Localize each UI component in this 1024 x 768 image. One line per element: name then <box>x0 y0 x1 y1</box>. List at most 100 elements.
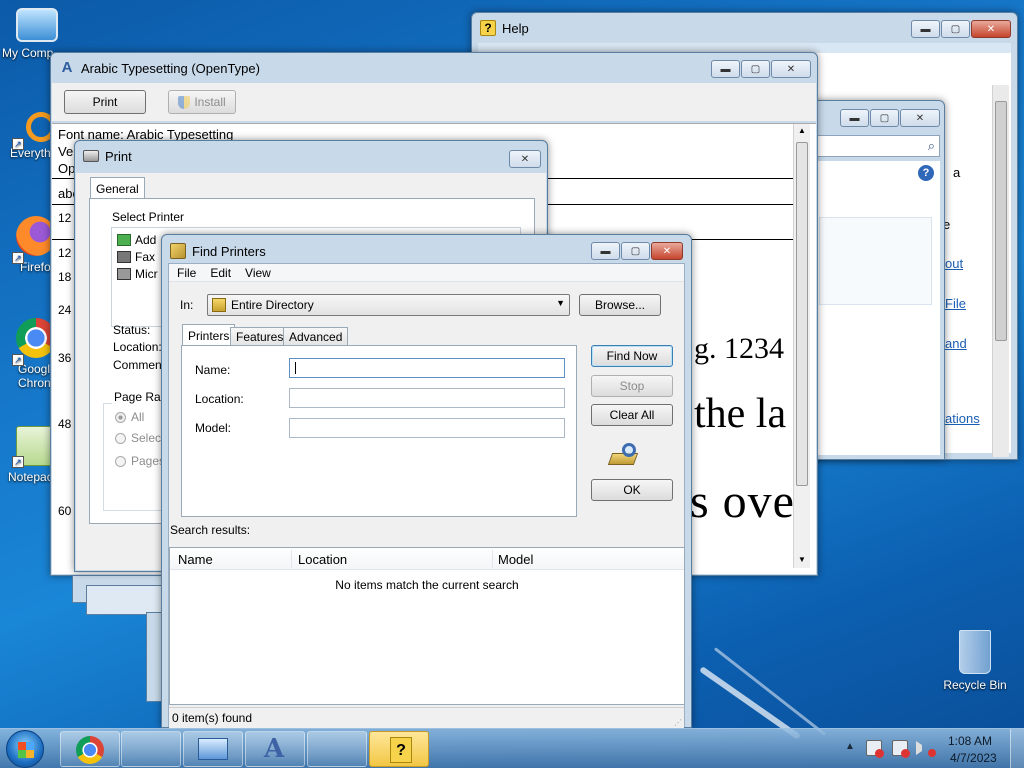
results-header: Name Location Model <box>170 548 684 570</box>
action-center-icon[interactable] <box>866 740 884 758</box>
text-caret <box>295 362 296 374</box>
menu-view[interactable]: View <box>245 266 271 280</box>
computer-icon <box>16 8 58 42</box>
printer-item-microsoft[interactable]: Micr <box>117 267 158 281</box>
find-printers-dialog[interactable]: Find Printers ▬ ▢ ✕ File Edit View In: E… <box>161 234 692 729</box>
radio-pages[interactable]: Pages <box>115 454 165 468</box>
size-label: 12 <box>58 211 72 225</box>
volume-icon[interactable] <box>916 741 936 757</box>
help-scrollbar[interactable] <box>992 85 1009 457</box>
radio-button[interactable] <box>115 432 126 444</box>
font-viewer-titlebar[interactable]: A Arabic Typesetting (OpenType) <box>59 53 809 83</box>
column-header-location[interactable]: Location <box>298 552 347 567</box>
windows-logo-icon <box>18 742 34 758</box>
name-field[interactable] <box>289 358 565 378</box>
radio-button[interactable] <box>115 455 126 467</box>
column-header-model[interactable]: Model <box>498 552 533 567</box>
minimize-button[interactable]: ▬ <box>711 60 740 78</box>
font-preview-scrollbar[interactable]: ▲ ▼ <box>793 124 810 568</box>
location-field[interactable] <box>289 388 565 408</box>
find-now-button[interactable]: Find Now <box>591 345 673 367</box>
help-link[interactable]: ations <box>945 411 980 426</box>
help-question-icon[interactable]: ? <box>918 165 934 181</box>
menu-file[interactable]: File <box>177 266 196 280</box>
taskbar-print[interactable] <box>307 731 367 767</box>
help-text-fragment: a <box>953 165 961 180</box>
taskbar-blank-window[interactable] <box>121 731 181 767</box>
clear-all-button[interactable]: Clear All <box>591 404 673 426</box>
close-button[interactable]: ✕ <box>509 150 541 168</box>
in-label: In: <box>180 298 194 312</box>
clock-date[interactable]: 4/7/2023 <box>950 751 997 765</box>
help-link[interactable]: File <box>945 296 966 311</box>
taskbar-help[interactable]: ? <box>369 731 429 767</box>
desktop-icon-label: Googl Chron <box>18 362 51 390</box>
font-info-line: Ve <box>58 144 74 159</box>
minimize-button[interactable]: ▬ <box>911 20 940 38</box>
print-button[interactable]: Print <box>64 90 146 114</box>
maximize-button[interactable]: ▢ <box>741 60 770 78</box>
close-button[interactable]: ✕ <box>651 242 683 260</box>
background-window[interactable]: ▬ ▢ ✕ ⌕ ? <box>810 100 945 460</box>
chevron-down-icon: ▼ <box>556 298 565 308</box>
size-label: 48 <box>58 417 72 431</box>
maximize-button[interactable]: ▢ <box>870 109 899 127</box>
fax-icon <box>117 251 131 263</box>
help-link[interactable]: out <box>945 256 963 271</box>
show-desktop-button[interactable] <box>1010 729 1024 768</box>
minimize-button[interactable]: ▬ <box>840 109 869 127</box>
printer-icon <box>117 268 131 280</box>
start-button[interactable] <box>6 730 44 768</box>
tab-general[interactable]: General <box>90 177 145 199</box>
print-dialog-titlebar[interactable]: Print <box>83 141 539 171</box>
maximize-button[interactable]: ▢ <box>941 20 970 38</box>
window-title: Help <box>502 20 529 36</box>
stop-button[interactable]: Stop <box>591 375 673 397</box>
taskbar-chrome[interactable] <box>60 731 120 767</box>
panel-box <box>819 217 932 305</box>
taskbar-control-panel[interactable] <box>183 731 243 767</box>
column-divider <box>492 550 493 568</box>
column-header-name[interactable]: Name <box>178 552 213 567</box>
printer-item-add[interactable]: Add <box>117 233 156 247</box>
close-button[interactable]: ✕ <box>971 20 1011 38</box>
help-link[interactable]: and <box>945 336 967 351</box>
font-info-line: Op <box>58 161 76 176</box>
clock-time[interactable]: 1:08 AM <box>948 734 992 748</box>
size-label: 12 <box>58 246 72 260</box>
tab-printers[interactable]: Printers <box>182 324 236 346</box>
ok-button[interactable]: OK <box>591 479 673 501</box>
close-button[interactable]: ✕ <box>771 60 811 78</box>
search-box[interactable]: ⌕ <box>815 135 940 157</box>
scroll-up-arrow[interactable]: ▲ <box>798 126 806 135</box>
scroll-down-arrow[interactable]: ▼ <box>798 555 806 564</box>
radio-button[interactable] <box>115 411 126 423</box>
printer-item-fax[interactable]: Fax <box>117 250 155 264</box>
find-printers-icon <box>170 243 186 259</box>
tab-features[interactable]: Features <box>230 327 290 346</box>
maximize-button[interactable]: ▢ <box>621 242 650 260</box>
browse-button[interactable]: Browse... <box>579 294 661 316</box>
network-icon[interactable] <box>892 740 910 758</box>
show-hidden-icons-button[interactable]: ▲ <box>845 741 855 752</box>
close-button[interactable]: ✕ <box>900 109 940 127</box>
window-title: Print <box>105 148 132 164</box>
install-button[interactable]: Install <box>168 90 236 114</box>
printer-icon <box>83 150 99 162</box>
scroll-thumb[interactable] <box>796 142 808 486</box>
chrome-icon <box>76 736 104 764</box>
radio-all[interactable]: All <box>115 410 144 424</box>
scroll-thumb[interactable] <box>995 101 1007 341</box>
radio-selection[interactable]: Selecti <box>115 431 167 445</box>
desktop-icon-recycle-bin[interactable]: Recycle Bin <box>938 630 1012 692</box>
in-select[interactable]: Entire Directory ▼ <box>207 294 570 316</box>
taskbar-font-viewer[interactable]: A <box>245 731 305 767</box>
results-list[interactable]: Name Location Model No items match the c… <box>169 547 685 705</box>
tab-advanced[interactable]: Advanced <box>283 327 349 346</box>
minimize-button[interactable]: ▬ <box>591 242 620 260</box>
model-field[interactable] <box>289 418 565 438</box>
shield-icon <box>178 95 191 109</box>
add-printer-icon <box>117 234 131 246</box>
menu-edit[interactable]: Edit <box>210 266 231 280</box>
status-text: 0 item(s) found <box>172 711 253 725</box>
